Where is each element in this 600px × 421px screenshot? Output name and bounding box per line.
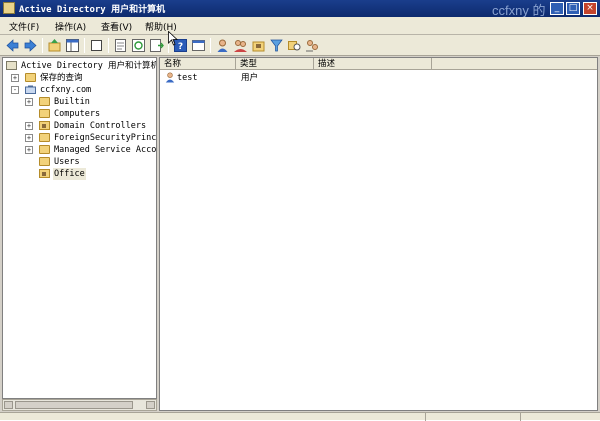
refresh-icon[interactable] bbox=[131, 38, 146, 53]
collapse-icon[interactable]: - bbox=[11, 86, 19, 94]
tree-item-managed-service-accounts[interactable]: + Managed Service Accour bbox=[6, 144, 156, 156]
folder-icon bbox=[39, 145, 50, 154]
scrollbar-thumb[interactable] bbox=[15, 401, 133, 409]
new-ou-icon[interactable] bbox=[251, 38, 266, 53]
tree-horizontal-scrollbar[interactable] bbox=[2, 399, 157, 411]
cell-type: 用户 bbox=[241, 73, 259, 83]
folder-icon bbox=[39, 97, 50, 106]
minimize-button[interactable]: _ bbox=[550, 2, 564, 15]
add-to-group-icon[interactable] bbox=[305, 38, 320, 53]
ou-icon bbox=[39, 169, 50, 178]
folder-icon bbox=[39, 157, 50, 166]
menu-bar: 文件(F) 操作(A) 查看(V) 帮助(H) bbox=[0, 17, 600, 35]
console-icon[interactable] bbox=[191, 38, 206, 53]
forward-icon[interactable] bbox=[23, 38, 38, 53]
expand-icon[interactable]: + bbox=[25, 146, 33, 154]
tree-item-computers[interactable]: Computers bbox=[6, 108, 156, 120]
folder-icon bbox=[25, 73, 36, 82]
app-icon bbox=[3, 2, 15, 14]
filter-icon[interactable] bbox=[269, 38, 284, 53]
column-header-name[interactable]: 名称 bbox=[160, 58, 236, 70]
details-list: 名称 类型 描述 test 用户 bbox=[159, 57, 598, 411]
toolbar-separator bbox=[42, 38, 43, 53]
toolbar: ? bbox=[0, 35, 600, 56]
list-header: 名称 类型 描述 bbox=[160, 58, 597, 70]
domain-icon bbox=[25, 85, 36, 94]
menu-file[interactable]: 文件(F) bbox=[9, 20, 39, 33]
folder-icon bbox=[39, 133, 50, 142]
new-group-icon[interactable] bbox=[233, 38, 248, 53]
close-button[interactable]: × bbox=[583, 2, 597, 15]
column-header-description[interactable]: 描述 bbox=[314, 58, 432, 70]
tree-item-users[interactable]: Users bbox=[6, 156, 156, 168]
export-list-icon[interactable] bbox=[149, 38, 164, 53]
list-row[interactable]: test 用户 bbox=[160, 72, 597, 84]
find-icon[interactable] bbox=[287, 38, 302, 53]
toolbar-separator bbox=[210, 38, 211, 53]
window-title: Active Directory 用户和计算机 bbox=[19, 5, 166, 15]
expand-icon[interactable]: + bbox=[25, 134, 33, 142]
ou-icon bbox=[39, 121, 50, 130]
tree-item-domain-controllers[interactable]: + Domain Controllers bbox=[6, 120, 156, 132]
tree-item-foreign-security-principals[interactable]: + ForeignSecurityPrincip bbox=[6, 132, 156, 144]
expand-icon[interactable]: + bbox=[25, 98, 33, 106]
up-icon[interactable] bbox=[47, 38, 62, 53]
toolbar-separator bbox=[108, 38, 109, 53]
tree-item-domain[interactable]: - ccfxny.com bbox=[6, 84, 156, 96]
folder-icon bbox=[39, 109, 50, 118]
properties-icon[interactable] bbox=[113, 38, 128, 53]
tree-item-saved-queries[interactable]: + 保存的查询 bbox=[6, 72, 156, 84]
status-bar bbox=[0, 412, 600, 421]
svg-text:?: ? bbox=[178, 42, 183, 52]
back-icon[interactable] bbox=[5, 38, 20, 53]
title-bar: Active Directory 用户和计算机 ccfxny 的 _ □ × bbox=[0, 0, 600, 18]
toolbar-separator bbox=[84, 38, 85, 53]
expand-icon[interactable]: + bbox=[11, 74, 19, 82]
menu-view[interactable]: 查看(V) bbox=[101, 20, 132, 33]
mouse-cursor-icon bbox=[168, 31, 178, 46]
aduc-window: Active Directory 用户和计算机 ccfxny 的 _ □ × 文… bbox=[0, 0, 600, 421]
show-hide-tree-icon[interactable] bbox=[65, 38, 80, 53]
menu-action[interactable]: 操作(A) bbox=[55, 20, 86, 33]
tree-item-office[interactable]: Office bbox=[6, 168, 156, 180]
scroll-right-icon[interactable] bbox=[146, 401, 155, 409]
expand-icon[interactable]: + bbox=[25, 122, 33, 130]
directory-icon bbox=[6, 61, 17, 70]
console-tree: Active Directory 用户和计算机 + 保存的查询 - ccfxny… bbox=[2, 57, 157, 399]
user-icon bbox=[165, 72, 175, 83]
scroll-left-icon[interactable] bbox=[4, 401, 13, 409]
cell-name: test bbox=[177, 73, 198, 83]
delete-icon[interactable] bbox=[89, 38, 104, 53]
column-header-type[interactable]: 类型 bbox=[236, 58, 314, 70]
maximize-button[interactable]: □ bbox=[566, 2, 580, 15]
tree-item-builtin[interactable]: + Builtin bbox=[6, 96, 156, 108]
new-user-icon[interactable] bbox=[215, 38, 230, 53]
